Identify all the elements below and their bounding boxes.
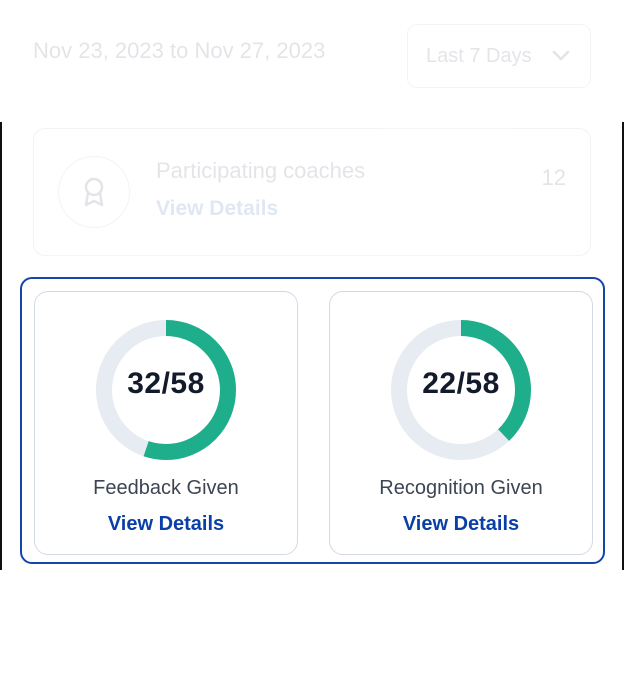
participating-coaches-label: Participating coaches [156,158,366,183]
feedback-label: Feedback Given [93,477,239,499]
range-select[interactable]: Last 7 Days [407,24,591,88]
feedback-view-details-link[interactable]: View Details [35,513,297,536]
stats-highlight-section: 32/58 Feedback Given View Details 22/58 … [20,277,605,564]
recognition-given-card: 22/58 Recognition Given View Details [329,291,593,555]
date-range-text: Nov 23, 2023 to Nov 27, 2023 [33,38,326,63]
range-select-value: Last 7 Days [426,44,532,67]
award-icon [58,156,130,228]
feedback-given-card: 32/58 Feedback Given View Details [34,291,298,555]
coaches-view-details-link[interactable]: View Details [156,197,278,221]
participating-coaches-card: Participating coaches View Details 12 [33,128,591,256]
recognition-ratio: 22/58 [422,367,500,400]
left-edge-line [0,122,2,570]
chevron-down-icon [552,50,570,61]
recognition-label: Recognition Given [379,477,543,499]
recognition-view-details-link[interactable]: View Details [330,513,592,536]
feedback-ratio: 32/58 [127,367,205,400]
coaches-count: 12 [541,165,566,190]
